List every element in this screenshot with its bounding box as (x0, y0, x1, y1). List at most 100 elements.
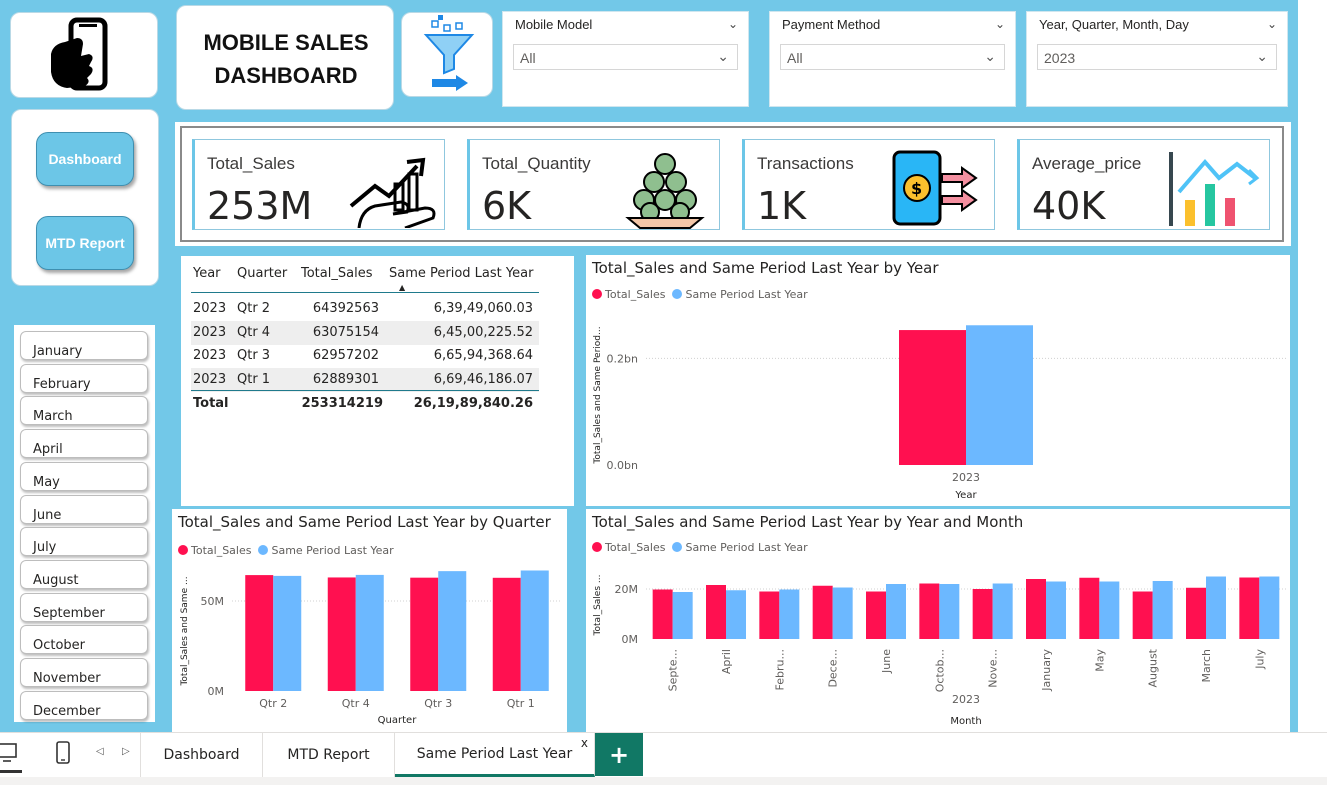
bar-same-period-1[interactable] (726, 590, 746, 639)
table-row[interactable]: 2023 Qtr 4 63075154 6,45,00,225.52 (191, 320, 539, 345)
bar-same-period-6[interactable] (992, 583, 1013, 640)
bar-same-period-1[interactable] (355, 574, 384, 691)
close-tab-icon[interactable]: x (581, 736, 588, 750)
table-total-row: Total 253314219 26,19,89,840.26 (191, 392, 543, 416)
header-year[interactable]: Year (193, 266, 221, 281)
scroll-right-icon[interactable]: ▷ (122, 746, 130, 757)
mobile-model-dropdown[interactable]: All ⌄ (513, 44, 738, 70)
kpi-transactions: Transactions 1K $ (742, 139, 995, 230)
date-hierarchy-slicer[interactable]: Year, Quarter, Month, Day ⌄ 2023 ⌄ (1026, 11, 1288, 107)
month-button-march[interactable]: March (20, 396, 148, 426)
bar-same-period-3[interactable] (520, 570, 549, 691)
x-tick-label: Qtr 3 (424, 697, 452, 710)
tab-dashboard[interactable]: Dashboard (140, 733, 263, 777)
x-group-label: 2023 (952, 693, 980, 706)
bar-same-period-4[interactable] (886, 584, 906, 639)
x-tick-label: Febru... (773, 649, 786, 690)
tab-mtd-report[interactable]: MTD Report (263, 733, 395, 777)
y-tick-label: 20M (615, 583, 639, 596)
bar-total-sales-6[interactable] (972, 589, 993, 639)
header-total-sales[interactable]: Total_Sales (301, 266, 372, 281)
bar-total-sales-0[interactable] (245, 575, 274, 691)
x-tick-label: January (1040, 649, 1053, 692)
month-button-june[interactable]: June (20, 494, 148, 524)
payment-method-dropdown[interactable]: All ⌄ (780, 44, 1005, 70)
slicer-label: Year, Quarter, Month, Day (1039, 17, 1189, 32)
bar-same-period-2[interactable] (779, 589, 800, 640)
month-button-november[interactable]: November (20, 658, 148, 687)
month-button-september[interactable]: September (20, 592, 148, 622)
month-button-august[interactable]: August (20, 559, 148, 589)
bar-total-sales-7[interactable] (1026, 579, 1046, 639)
sales-table-panel: Year Quarter Total_Sales Same Period Las… (181, 256, 574, 506)
filter-toggle-button[interactable] (401, 12, 493, 97)
tab-same-period-last-year[interactable]: Same Period Last Year x (395, 733, 595, 777)
mobile-view-icon[interactable] (55, 741, 71, 765)
bar-same-period-7[interactable] (1046, 581, 1066, 640)
bar-total-sales-3[interactable] (492, 577, 521, 691)
table-row[interactable]: 2023 Qtr 1 62889301 6,69,46,186.07 (191, 367, 539, 392)
phone-payment-icon: $ (892, 150, 978, 226)
desktop-view-icon[interactable] (0, 741, 20, 765)
bar-total-sales-1[interactable] (327, 577, 356, 691)
bar-same-period-0[interactable] (966, 325, 1033, 465)
bar-same-period-3[interactable] (832, 587, 853, 640)
month-button-january[interactable]: January (20, 331, 148, 360)
x-tick-label: August (1147, 648, 1160, 687)
y-tick-label: 0M (622, 633, 639, 646)
bar-total-sales-9[interactable] (1132, 591, 1153, 640)
bar-same-period-10[interactable] (1206, 576, 1226, 640)
scroll-left-icon[interactable]: ◁ (96, 746, 104, 757)
date-dropdown[interactable]: 2023 ⌄ (1037, 44, 1277, 70)
table-row[interactable]: 2023 Qtr 3 62957202 6,65,94,368.64 (191, 344, 539, 368)
bar-same-period-2[interactable] (438, 571, 467, 691)
y-tick-label: 0M (208, 685, 225, 698)
bar-same-period-11[interactable] (1259, 576, 1280, 640)
bar-total-sales-8[interactable] (1079, 577, 1100, 639)
bar-same-period-8[interactable] (1099, 581, 1120, 640)
y-tick-label: 0.0bn (607, 459, 638, 472)
add-page-button[interactable]: + (595, 733, 643, 776)
title-line-1: MOBILE SALES (203, 30, 369, 55)
bar-same-period-0[interactable] (672, 592, 693, 639)
month-button-april[interactable]: April (20, 429, 148, 459)
month-button-december[interactable]: December (20, 690, 148, 720)
kpi-label: Average_price (1032, 154, 1142, 173)
kpi-value: 40K (1032, 184, 1106, 228)
bar-same-period-9[interactable] (1152, 581, 1173, 639)
x-tick-label: Septe... (667, 649, 680, 691)
tab-label: Same Period Last Year (416, 745, 573, 762)
bar-total-sales-10[interactable] (1186, 587, 1206, 639)
bar-total-sales-2[interactable] (759, 591, 780, 640)
mtd-report-button[interactable]: MTD Report (36, 216, 134, 270)
header-same-period[interactable]: Same Period Last Year (389, 266, 533, 281)
bar-total-sales-5[interactable] (919, 583, 940, 640)
x-tick-label: Nove... (987, 649, 1000, 688)
bar-total-sales-4[interactable] (866, 591, 886, 640)
bar-total-sales-11[interactable] (1239, 577, 1260, 640)
mobile-model-slicer[interactable]: Mobile Model ⌄ All ⌄ (502, 11, 749, 107)
bar-total-sales-3[interactable] (812, 585, 833, 639)
bar-total-sales-0[interactable] (652, 589, 673, 640)
month-button-october[interactable]: October (20, 625, 148, 655)
month-button-july[interactable]: July (20, 527, 148, 557)
table-row[interactable]: 2023 Qtr 2 64392563 6,39,49,060.03 (191, 297, 539, 321)
dashboard-title: MOBILE SALES DASHBOARD (177, 26, 395, 92)
bar-total-sales-2[interactable] (410, 577, 439, 691)
bar-same-period-0[interactable] (273, 575, 302, 691)
dashboard-button[interactable]: Dashboard (36, 132, 134, 186)
month-button-february[interactable]: February (20, 363, 148, 393)
kpi-total-quantity: Total_Quantity 6K (467, 139, 720, 230)
bar-total-sales-0[interactable] (899, 330, 966, 465)
chevron-down-icon[interactable]: ⌄ (728, 17, 738, 31)
header-quarter[interactable]: Quarter (237, 266, 287, 281)
bar-same-period-5[interactable] (939, 584, 960, 639)
payment-method-slicer[interactable]: Payment Method ⌄ All ⌄ (769, 11, 1016, 107)
bar-total-sales-1[interactable] (706, 585, 726, 639)
page-tab-bar: ◁ ▷ Dashboard MTD Report Same Period Las… (0, 732, 1327, 777)
kpi-value: 253M (207, 184, 313, 228)
chevron-down-icon[interactable]: ⌄ (1267, 17, 1277, 31)
bar-chart-year: 0.0bn 0.2bn 2023 Year Total_Sales and Same P… (593, 325, 1286, 501)
month-button-may[interactable]: May (20, 461, 148, 491)
chevron-down-icon[interactable]: ⌄ (995, 17, 1005, 31)
